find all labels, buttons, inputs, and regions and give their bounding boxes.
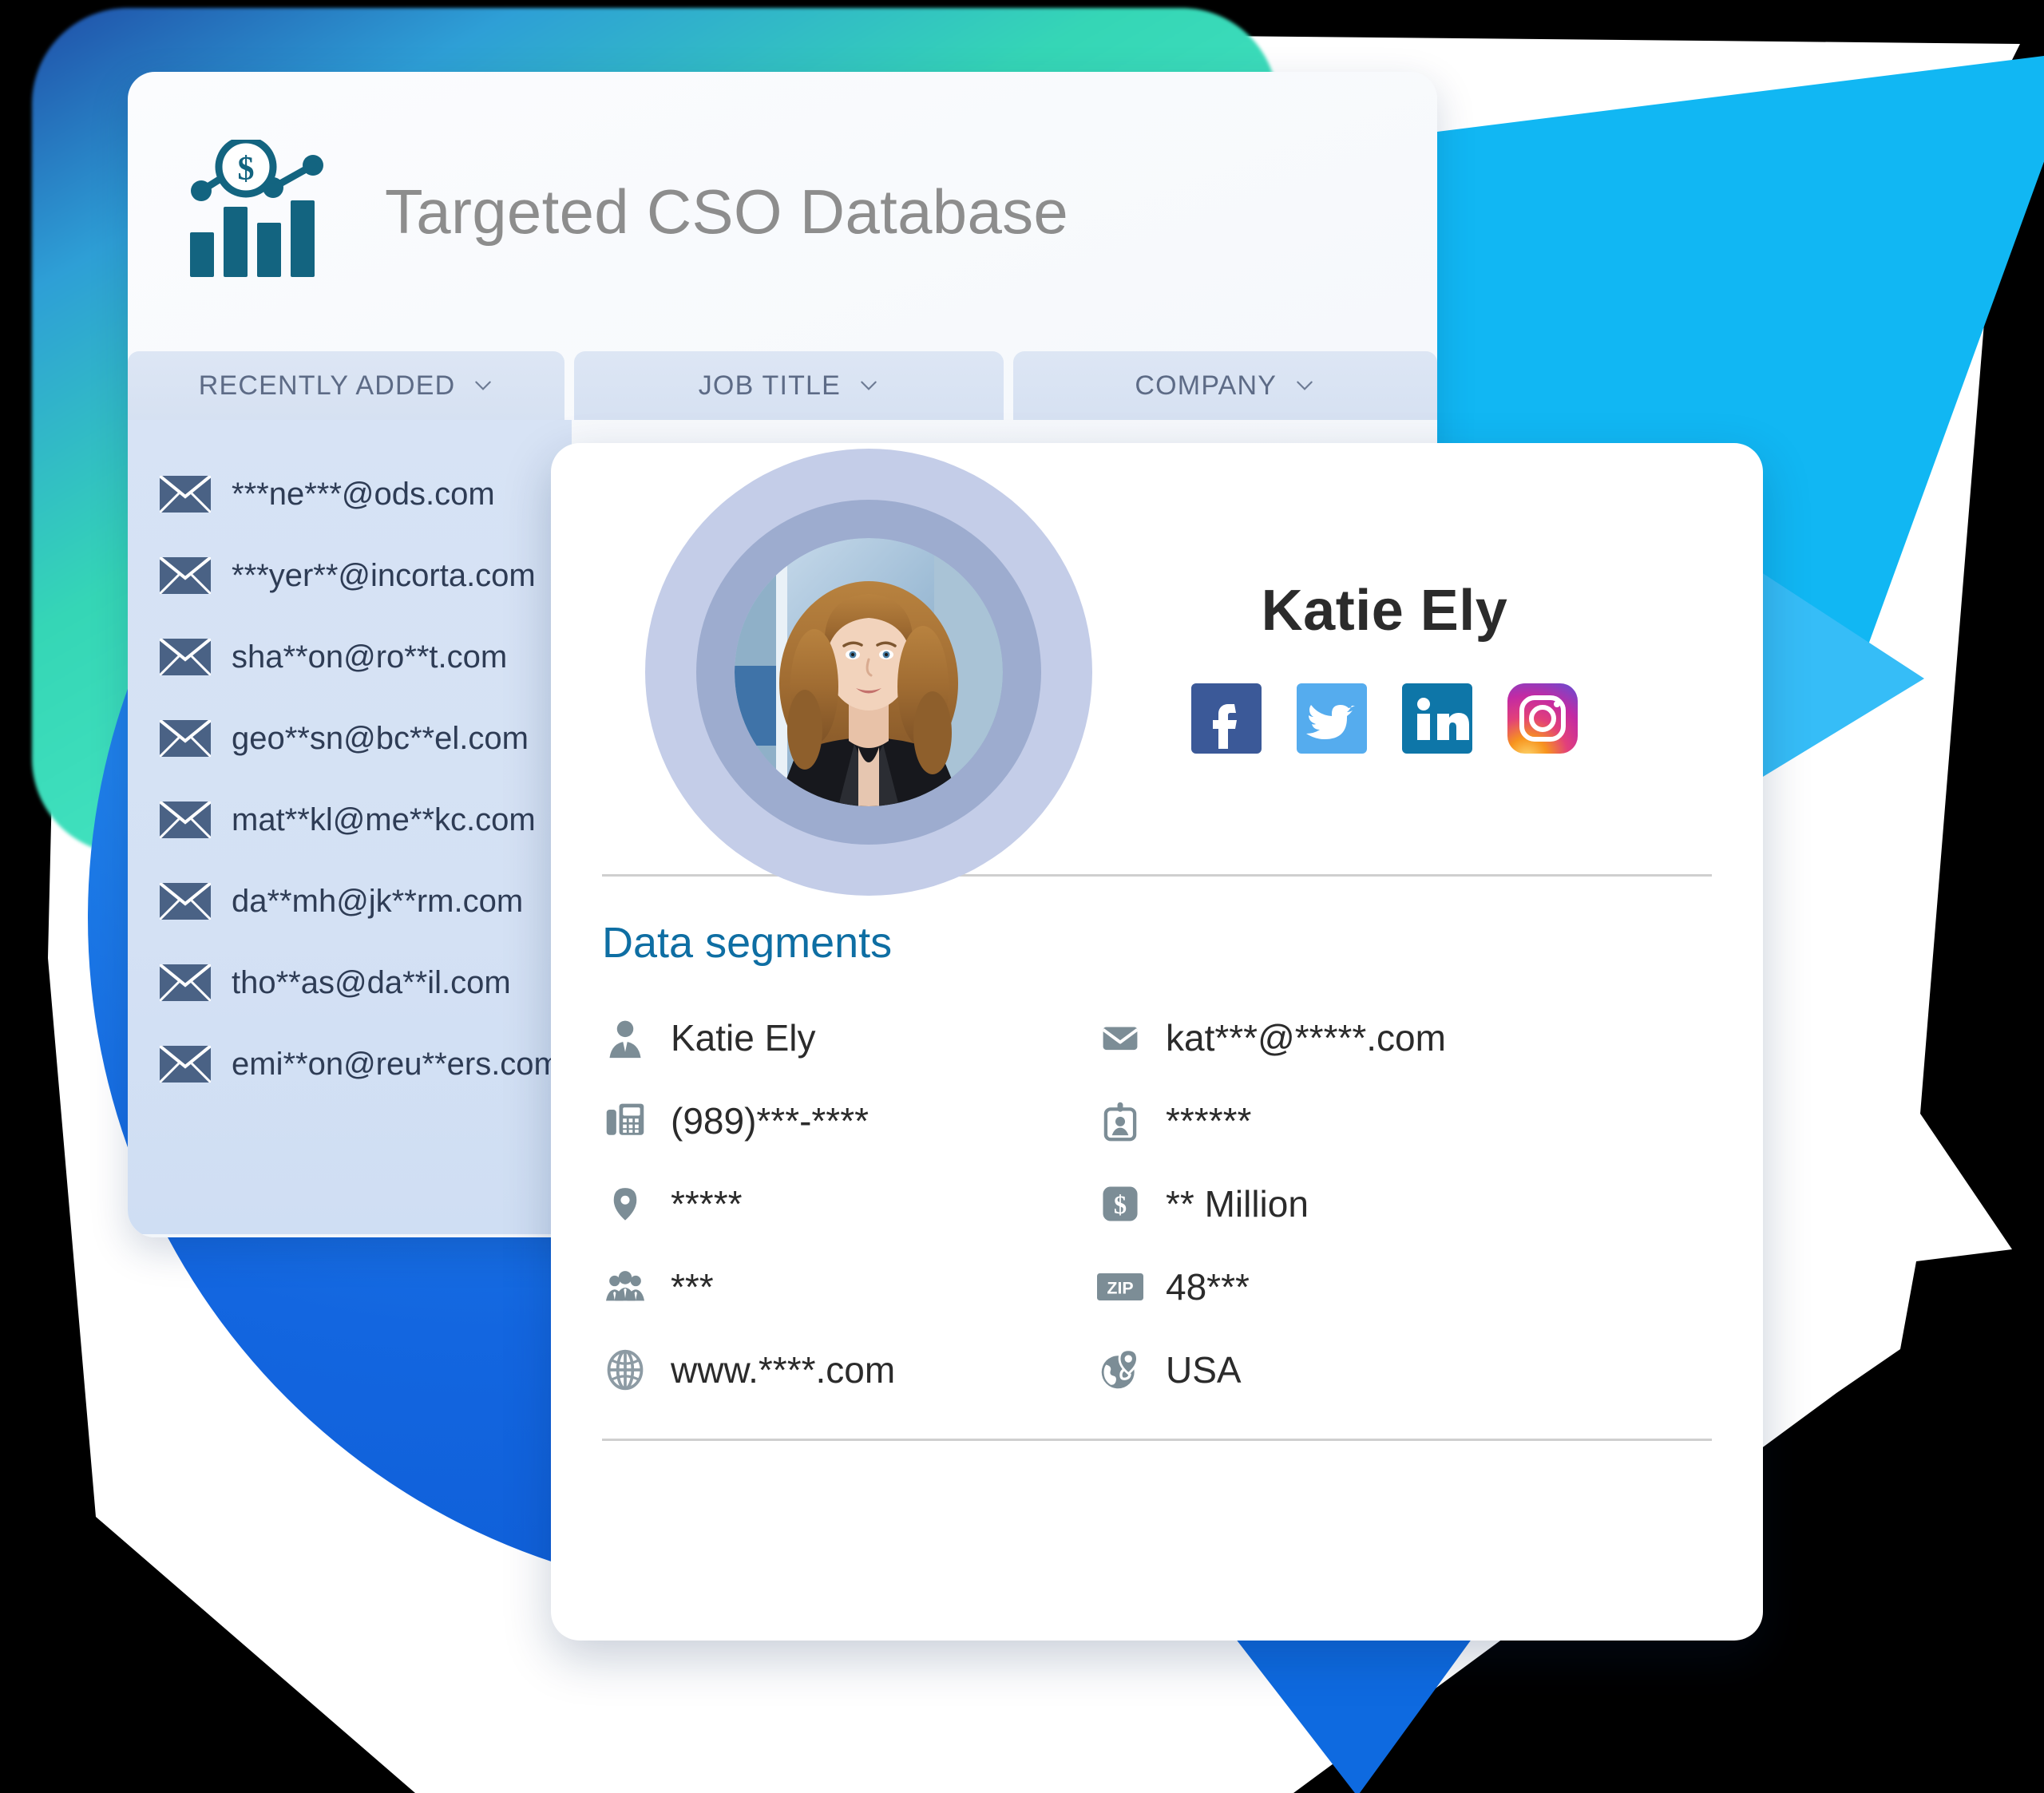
avatar: [591, 443, 1092, 897]
segment-value: kat***@*****.com: [1166, 1017, 1446, 1059]
chevron-down-icon[interactable]: [473, 375, 493, 396]
segment-value: *****: [671, 1183, 743, 1225]
id-badge-icon: [1097, 1098, 1143, 1144]
blue-triangle-bottom: [1222, 1621, 1485, 1793]
email-address: emi**on@reu**ers.com: [232, 1046, 561, 1082]
svg-text:$: $: [238, 151, 255, 188]
profile-header: Katie Ely: [551, 443, 1763, 896]
list-item[interactable]: da**mh@jk**rm.com: [128, 861, 572, 942]
list-item[interactable]: sha**on@ro**t.com: [128, 616, 572, 698]
email-icon: [1097, 1015, 1143, 1061]
email-address: ***yer**@incorta.com: [232, 557, 536, 593]
email-address: tho**as@da**il.com: [232, 964, 511, 1000]
segment-job-title: ******: [1097, 1079, 1763, 1162]
segment-value: www.****.com: [671, 1349, 896, 1391]
column-header-label: JOB TITLE: [698, 370, 842, 401]
segment-country: USA: [1097, 1328, 1763, 1411]
segment-value: ***: [671, 1266, 714, 1308]
envelope-icon: [160, 964, 211, 1001]
segment-value: 48***: [1166, 1266, 1250, 1308]
segment-revenue: $ ** Million: [1097, 1162, 1763, 1245]
cyan-polygon-right: [1741, 559, 1924, 790]
column-header-company[interactable]: COMPANY: [1012, 351, 1437, 420]
email-address: geo**sn@bc**el.com: [232, 720, 529, 756]
envelope-icon: [160, 557, 211, 594]
fax-phone-icon: [602, 1098, 648, 1144]
email-address: sha**on@ro**t.com: [232, 639, 508, 675]
zip-icon: ZIP: [1097, 1264, 1143, 1310]
people-group-icon: [602, 1264, 648, 1310]
globe-pin-icon: [1097, 1347, 1143, 1393]
twitter-icon[interactable]: [1297, 683, 1367, 754]
envelope-icon: [160, 476, 211, 513]
segment-phone: (989)***-****: [602, 1079, 1097, 1162]
list-item[interactable]: mat**kl@me**kc.com: [128, 779, 572, 861]
column-header-job-title[interactable]: JOB TITLE: [574, 351, 1004, 420]
list-item[interactable]: emi**on@reu**ers.com: [128, 1023, 572, 1105]
list-item[interactable]: tho**as@da**il.com: [128, 942, 572, 1023]
column-header-recently-added[interactable]: RECENTLY ADDED: [128, 351, 565, 420]
list-item[interactable]: geo**sn@bc**el.com: [128, 698, 572, 779]
envelope-icon: [160, 720, 211, 757]
divider-bottom: [602, 1439, 1712, 1441]
table-column-headers: RECENTLY ADDED JOB TITLE COMPANY: [128, 351, 1437, 420]
svg-text:$: $: [1114, 1191, 1127, 1220]
social-links: [1054, 683, 1715, 754]
person-icon: [602, 1015, 648, 1061]
segment-employees: ***: [602, 1245, 1097, 1328]
facebook-icon[interactable]: [1191, 683, 1262, 754]
chevron-down-icon[interactable]: [1294, 375, 1315, 396]
envelope-icon: [160, 802, 211, 838]
list-item[interactable]: ***ne***@ods.com: [128, 453, 572, 535]
segment-value: ** Million: [1166, 1183, 1309, 1225]
segment-name: Katie Ely: [602, 996, 1097, 1079]
list-item[interactable]: ***yer**@incorta.com: [128, 535, 572, 616]
profile-identity: Katie Ely: [1054, 578, 1763, 754]
segment-value: ******: [1166, 1100, 1252, 1142]
email-address: ***ne***@ods.com: [232, 476, 495, 512]
profile-name: Katie Ely: [1261, 579, 1508, 643]
recently-added-email-list: ***ne***@ods.com ***yer**@incorta.com sh…: [128, 420, 572, 1234]
instagram-icon[interactable]: [1507, 683, 1578, 754]
envelope-icon: [160, 639, 211, 675]
segment-value: Katie Ely: [671, 1017, 816, 1059]
location-pin-icon: [602, 1181, 648, 1227]
segment-website: www.****.com: [602, 1328, 1097, 1411]
dollar-icon: $: [1097, 1181, 1143, 1227]
page-title: Targeted CSO Database: [385, 176, 1069, 247]
column-header-label: RECENTLY ADDED: [198, 370, 456, 401]
envelope-icon: [160, 1046, 211, 1083]
contact-profile-card: Katie Ely Data segments Katie Ely kat***…: [551, 443, 1763, 1641]
segment-email: kat***@*****.com: [1097, 996, 1763, 1079]
bar-chart-dollar-icon: $: [190, 140, 323, 277]
screenshot-stage: $ Targeted CSO Database RECENTLY ADDED J…: [0, 0, 2044, 1793]
segment-value: (989)***-****: [671, 1100, 869, 1142]
envelope-icon: [160, 883, 211, 920]
segment-location: *****: [602, 1162, 1097, 1245]
segment-value: USA: [1166, 1349, 1242, 1391]
segment-zip: ZIP 48***: [1097, 1245, 1763, 1328]
email-address: da**mh@jk**rm.com: [232, 883, 524, 919]
column-header-label: COMPANY: [1135, 370, 1278, 401]
linkedin-icon[interactable]: [1402, 683, 1472, 754]
avatar-photo: [735, 538, 1003, 806]
svg-text:ZIP: ZIP: [1107, 1279, 1133, 1298]
card-header: $ Targeted CSO Database: [128, 72, 1437, 351]
email-address: mat**kl@me**kc.com: [232, 802, 536, 837]
chevron-down-icon[interactable]: [858, 375, 879, 396]
data-segments-grid: Katie Ely kat***@*****.com (989)***-****…: [551, 996, 1763, 1411]
globe-icon: [602, 1347, 648, 1393]
